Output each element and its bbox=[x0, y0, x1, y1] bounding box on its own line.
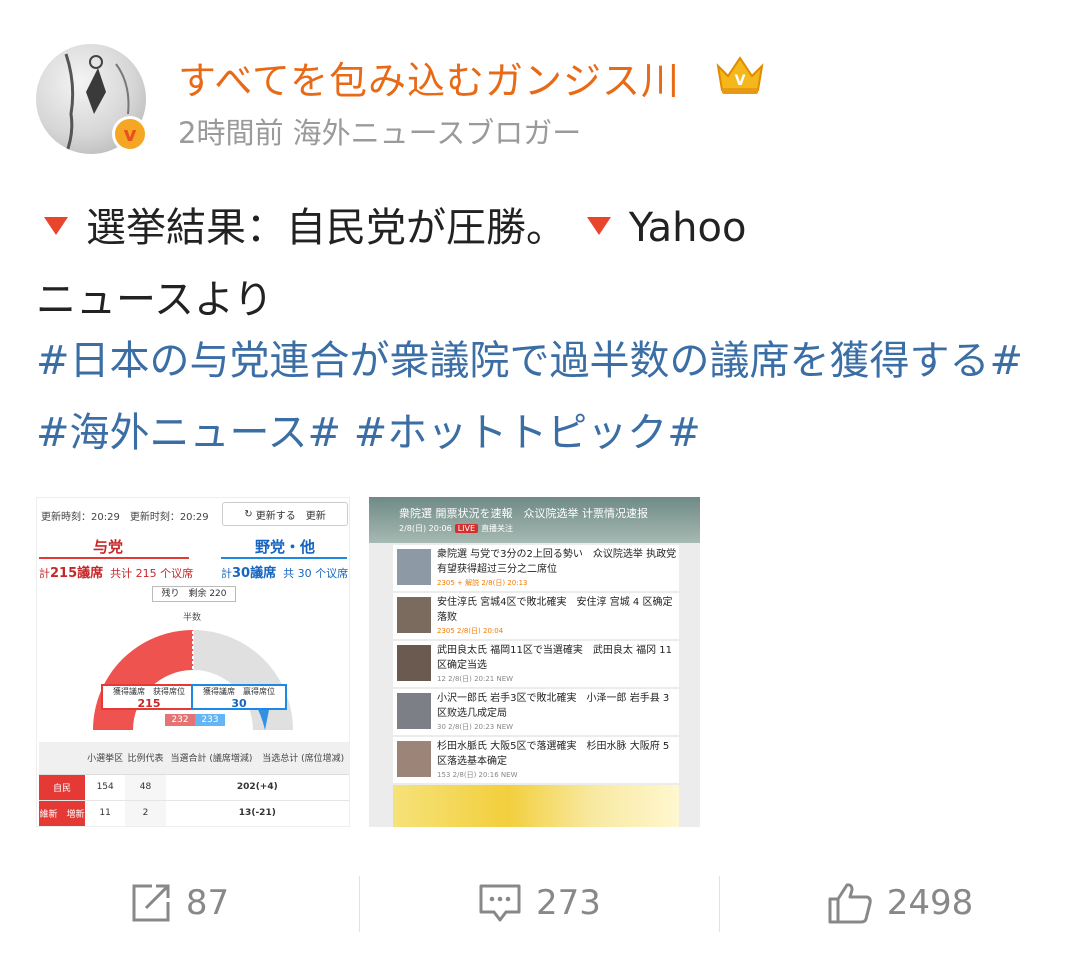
like-button[interactable]: 2498 bbox=[720, 860, 1080, 945]
red-triangle-icon bbox=[44, 217, 68, 235]
repost-button[interactable]: 87 bbox=[0, 860, 359, 945]
update-time: 更新時刻：20:29 更新时刻：20:29 bbox=[41, 512, 209, 523]
avatar[interactable]: v bbox=[36, 44, 148, 154]
news-thumbnail bbox=[397, 549, 431, 585]
won-seats-box: 獲得議席 获得席位 215 bbox=[101, 684, 197, 710]
post-text: 選挙結果：自民党が圧勝。 Yahoo ニュースより bbox=[36, 192, 1046, 336]
post-time: 2時間前 bbox=[178, 116, 284, 150]
ruling-bar bbox=[39, 557, 189, 559]
crown-icon: V bbox=[716, 56, 764, 94]
news-item: 衆院選 与党で3分の2上回る勢い 众议院选举 执政党有望获得超过三分之二席位 2… bbox=[393, 545, 679, 591]
results-table: 小選挙区 比例代表 当選合計 (議席増減) 当选总计 (席位增减) 自民 154… bbox=[39, 742, 349, 826]
hashtag-link[interactable]: #日本の与党連合が衆議院で過半数の議席を獲得する# bbox=[36, 338, 1023, 384]
verified-icon: v bbox=[112, 116, 148, 152]
majority-marker-blue: 233 bbox=[195, 714, 225, 726]
half-label: 半数 bbox=[183, 613, 202, 623]
table-header bbox=[39, 742, 85, 775]
red-triangle-icon bbox=[586, 217, 611, 235]
news-thumbnail bbox=[397, 693, 431, 729]
post-line1b: Yahoo bbox=[628, 205, 747, 251]
repost-icon bbox=[132, 884, 170, 921]
hashtags: #日本の与党連合が衆議院で過半数の議席を獲得する# #海外ニュース# #ホットト… bbox=[36, 325, 1066, 469]
post-line1: 選挙結果：自民党が圧勝。 bbox=[86, 205, 566, 251]
won-seats-box-opp: 獲得議席 赢得席位 30 bbox=[191, 684, 287, 710]
table-header: 小選挙区 bbox=[85, 742, 126, 775]
like-count: 2498 bbox=[886, 882, 974, 923]
news-item: 安住淳氏 宮城4区で敗北確実 安住淳 宫城 4 区确定落败 2305 2/8(日… bbox=[393, 593, 679, 639]
ruling-seats: 計215議席 共计 215 个议席 bbox=[39, 566, 194, 581]
repost-count: 87 bbox=[185, 882, 230, 923]
table-row: 維新 増新 11 2 13(-21) bbox=[39, 800, 349, 826]
news-item: 杉田水脈氏 大阪5区で落選確実 杉田水脉 大阪府 5 区落选基本确定 153 2… bbox=[393, 737, 679, 783]
hashtag-link[interactable]: #海外ニュース# bbox=[36, 410, 341, 456]
comment-button[interactable]: 273 bbox=[360, 860, 719, 945]
table-row: 自民 154 48 202(+4) bbox=[39, 774, 349, 801]
news-thumbnail bbox=[397, 597, 431, 633]
opposition-seats: 計30議席 共 30 个议席 bbox=[221, 566, 349, 581]
news-item: 小沢一郎氏 岩手3区で敗北確実 小泽一郎 岩手县 3 区败选几成定局 30 2/… bbox=[393, 689, 679, 735]
table-header: 当选总计 (席位增减) bbox=[257, 742, 349, 775]
post-line2: ニュースより bbox=[36, 277, 274, 323]
majority-marker-red: 232 bbox=[165, 714, 195, 726]
remaining-seats: 残り 剩余 220 bbox=[152, 586, 236, 602]
action-bar: 87 273 2498 bbox=[0, 860, 1080, 945]
comment-count: 273 bbox=[536, 882, 601, 923]
opposition-bar bbox=[221, 557, 347, 559]
user-role: 海外ニュースブロガー bbox=[292, 116, 582, 150]
comment-icon bbox=[479, 884, 521, 921]
news-thumbnail bbox=[397, 741, 431, 777]
hashtag-link[interactable]: #ホットトピック# bbox=[354, 410, 701, 456]
post-image-1[interactable]: 更新時刻：20:29 更新时刻：20:29 ↻ 更新する 更新 与党 野党・他 … bbox=[36, 497, 350, 827]
opposition-label: 野党・他 bbox=[255, 538, 316, 556]
banana-ad-image bbox=[393, 785, 679, 827]
table-header: 比例代表 bbox=[125, 742, 166, 775]
news-thumbnail bbox=[397, 645, 431, 681]
news-header: 衆院選 開票状況を速報 众议院选举 计票情况速报 2/8(日) 20:06 LIV… bbox=[369, 497, 700, 543]
user-name[interactable]: すべてを包み込むガンジス川 bbox=[178, 50, 680, 105]
svg-text:V: V bbox=[735, 73, 746, 89]
refresh-button: ↻ 更新する 更新 bbox=[222, 502, 348, 526]
ruling-label: 与党 bbox=[93, 538, 124, 556]
thumbs-up-icon bbox=[828, 882, 872, 923]
news-item: 武田良太氏 福岡11区で当選確実 武田良太 福冈 11 区确定当选 12 2/8… bbox=[393, 641, 679, 687]
table-header: 当選合計 (議席増減) bbox=[165, 742, 258, 775]
post-meta: 2時間前 海外ニュースブロガー bbox=[178, 110, 581, 152]
post-image-2[interactable]: 衆院選 開票状況を速報 众议院选举 计票情况速报 2/8(日) 20:06 LIV… bbox=[369, 497, 700, 827]
